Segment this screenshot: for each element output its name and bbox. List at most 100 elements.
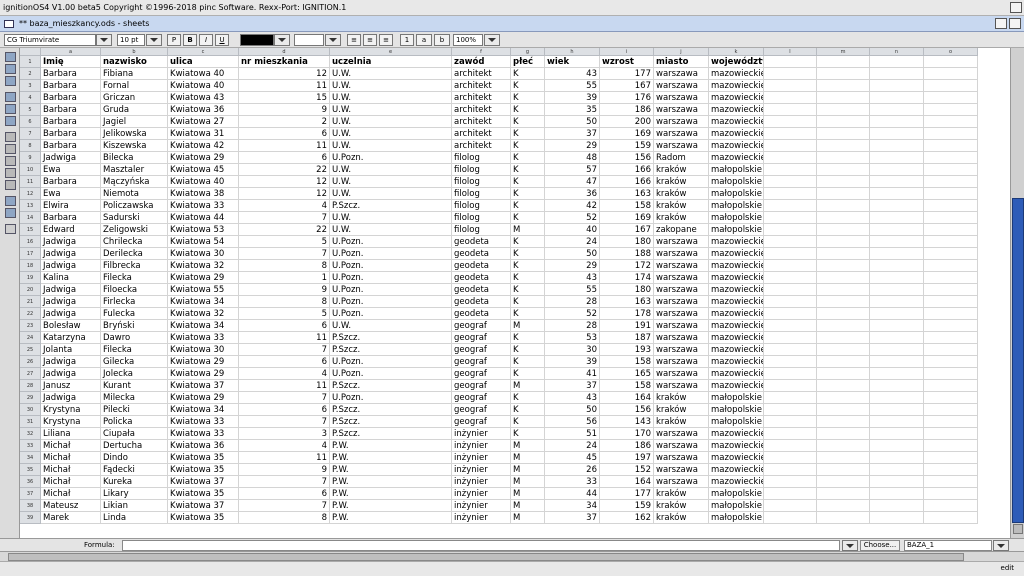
table-cell[interactable]: 22 bbox=[239, 164, 330, 176]
formula-dropdown-icon[interactable] bbox=[842, 540, 858, 551]
table-cell[interactable]: 152 bbox=[600, 464, 654, 476]
table-cell[interactable]: K bbox=[511, 80, 545, 92]
table-cell[interactable]: U.Pozn. bbox=[330, 260, 452, 272]
row-number[interactable]: 36 bbox=[20, 476, 41, 488]
table-cell[interactable] bbox=[817, 320, 870, 332]
table-cell[interactable]: U.Pozn. bbox=[330, 152, 452, 164]
row-number[interactable]: 8 bbox=[20, 140, 41, 152]
table-cell[interactable]: 37 bbox=[545, 380, 600, 392]
table-cell[interactable]: K bbox=[511, 344, 545, 356]
table-cell[interactable] bbox=[764, 188, 817, 200]
table-cell[interactable]: U.Pozn. bbox=[330, 368, 452, 380]
table-cell[interactable]: P.W. bbox=[330, 500, 452, 512]
table-cell[interactable]: Kwiatowa 30 bbox=[168, 248, 239, 260]
table-cell[interactable]: P.Szcz. bbox=[330, 416, 452, 428]
table-cell[interactable]: 28 bbox=[545, 320, 600, 332]
table-cell[interactable]: Kwiatowa 45 bbox=[168, 164, 239, 176]
align-center-icon[interactable]: ≡ bbox=[363, 34, 377, 46]
close-window-icon[interactable] bbox=[4, 19, 14, 28]
row-number[interactable]: 37 bbox=[20, 488, 41, 500]
table-cell[interactable]: Kwiatowa 29 bbox=[168, 152, 239, 164]
table-cell[interactable]: architekt bbox=[452, 80, 511, 92]
table-cell[interactable]: Linda bbox=[101, 512, 168, 524]
table-cell[interactable]: Niemota bbox=[101, 188, 168, 200]
table-cell[interactable] bbox=[817, 248, 870, 260]
underline-button[interactable]: U bbox=[215, 34, 229, 46]
row-number[interactable]: 38 bbox=[20, 500, 41, 512]
table-cell[interactable]: Barbara bbox=[41, 176, 101, 188]
table-cell[interactable] bbox=[870, 308, 924, 320]
table-cell[interactable]: K bbox=[511, 248, 545, 260]
corner-cell[interactable] bbox=[20, 48, 41, 56]
table-cell[interactable]: Jolecka bbox=[101, 368, 168, 380]
table-cell[interactable]: Liliana bbox=[41, 428, 101, 440]
table-cell[interactable]: M bbox=[511, 380, 545, 392]
table-cell[interactable]: Jadwiga bbox=[41, 284, 101, 296]
row-number[interactable]: 29 bbox=[20, 392, 41, 404]
cell-name-dropdown-icon[interactable] bbox=[993, 540, 1009, 551]
table-cell[interactable]: 178 bbox=[600, 308, 654, 320]
table-cell[interactable]: architekt bbox=[452, 68, 511, 80]
table-cell[interactable] bbox=[817, 380, 870, 392]
table-cell[interactable]: mazowieckie bbox=[709, 272, 764, 284]
table-cell[interactable]: 56 bbox=[545, 416, 600, 428]
table-cell[interactable]: inżynier bbox=[452, 476, 511, 488]
table-cell[interactable]: 143 bbox=[600, 416, 654, 428]
table-cell[interactable]: 187 bbox=[600, 332, 654, 344]
table-cell[interactable]: Kwiatowa 44 bbox=[168, 212, 239, 224]
table-cell[interactable]: Filecka bbox=[101, 272, 168, 284]
row-number[interactable]: 3 bbox=[20, 80, 41, 92]
table-cell[interactable]: Kwiatowa 35 bbox=[168, 488, 239, 500]
row-number[interactable]: 6 bbox=[20, 116, 41, 128]
table-cell[interactable]: inżynier bbox=[452, 464, 511, 476]
table-cell[interactable]: 180 bbox=[600, 236, 654, 248]
table-cell[interactable]: Dertucha bbox=[101, 440, 168, 452]
chart-tool-icon[interactable] bbox=[5, 156, 16, 166]
magnifier-tool-icon[interactable] bbox=[5, 64, 16, 74]
line-tool-icon[interactable] bbox=[5, 104, 16, 114]
table-cell[interactable]: U.W. bbox=[330, 68, 452, 80]
table-cell[interactable]: 55 bbox=[545, 80, 600, 92]
table-cell[interactable]: mazowieckie bbox=[709, 452, 764, 464]
table-cell[interactable]: 177 bbox=[600, 488, 654, 500]
table-cell[interactable] bbox=[870, 476, 924, 488]
table-cell[interactable]: mazowieckie bbox=[709, 428, 764, 440]
table-cell[interactable]: 57 bbox=[545, 164, 600, 176]
table-cell[interactable]: Kwiatowa 34 bbox=[168, 320, 239, 332]
table-cell[interactable]: 164 bbox=[600, 392, 654, 404]
table-cell[interactable]: Michał bbox=[41, 464, 101, 476]
row-number[interactable]: 31 bbox=[20, 416, 41, 428]
column-header[interactable]: h bbox=[545, 48, 600, 56]
table-cell[interactable]: Kwiatowa 33 bbox=[168, 428, 239, 440]
table-cell[interactable]: Fądecki bbox=[101, 464, 168, 476]
table-cell[interactable]: M bbox=[511, 320, 545, 332]
row-number[interactable]: 28 bbox=[20, 380, 41, 392]
table-cell[interactable]: K bbox=[511, 164, 545, 176]
table-cell[interactable]: 9 bbox=[239, 104, 330, 116]
table-cell[interactable]: Michał bbox=[41, 488, 101, 500]
valign-middle-button[interactable]: a bbox=[416, 34, 432, 46]
table-cell[interactable]: geodeta bbox=[452, 308, 511, 320]
table-cell[interactable]: geograf bbox=[452, 404, 511, 416]
vertical-scrollbar[interactable] bbox=[1010, 48, 1024, 538]
table-cell[interactable]: U.Pozn. bbox=[330, 308, 452, 320]
table-cell[interactable]: Dawro bbox=[101, 332, 168, 344]
table-tool-icon[interactable] bbox=[5, 168, 16, 178]
frame-tool-icon[interactable] bbox=[5, 132, 16, 142]
table-cell[interactable] bbox=[924, 440, 978, 452]
table-cell[interactable]: Janusz bbox=[41, 380, 101, 392]
table-cell[interactable]: Barbara bbox=[41, 140, 101, 152]
table-cell[interactable]: warszawa bbox=[654, 452, 709, 464]
text-color-dropdown-icon[interactable] bbox=[274, 34, 290, 46]
header-cell[interactable]: nr mieszkania bbox=[239, 56, 330, 68]
table-cell[interactable]: mazowieckie bbox=[709, 248, 764, 260]
table-cell[interactable]: warszawa bbox=[654, 464, 709, 476]
table-cell[interactable]: architekt bbox=[452, 128, 511, 140]
table-cell[interactable]: 7 bbox=[239, 476, 330, 488]
table-cell[interactable] bbox=[817, 260, 870, 272]
table-cell[interactable] bbox=[870, 488, 924, 500]
table-cell[interactable] bbox=[870, 164, 924, 176]
table-cell[interactable]: Jadwiga bbox=[41, 248, 101, 260]
table-cell[interactable]: 35 bbox=[545, 104, 600, 116]
table-cell[interactable]: Kwiatowa 30 bbox=[168, 344, 239, 356]
